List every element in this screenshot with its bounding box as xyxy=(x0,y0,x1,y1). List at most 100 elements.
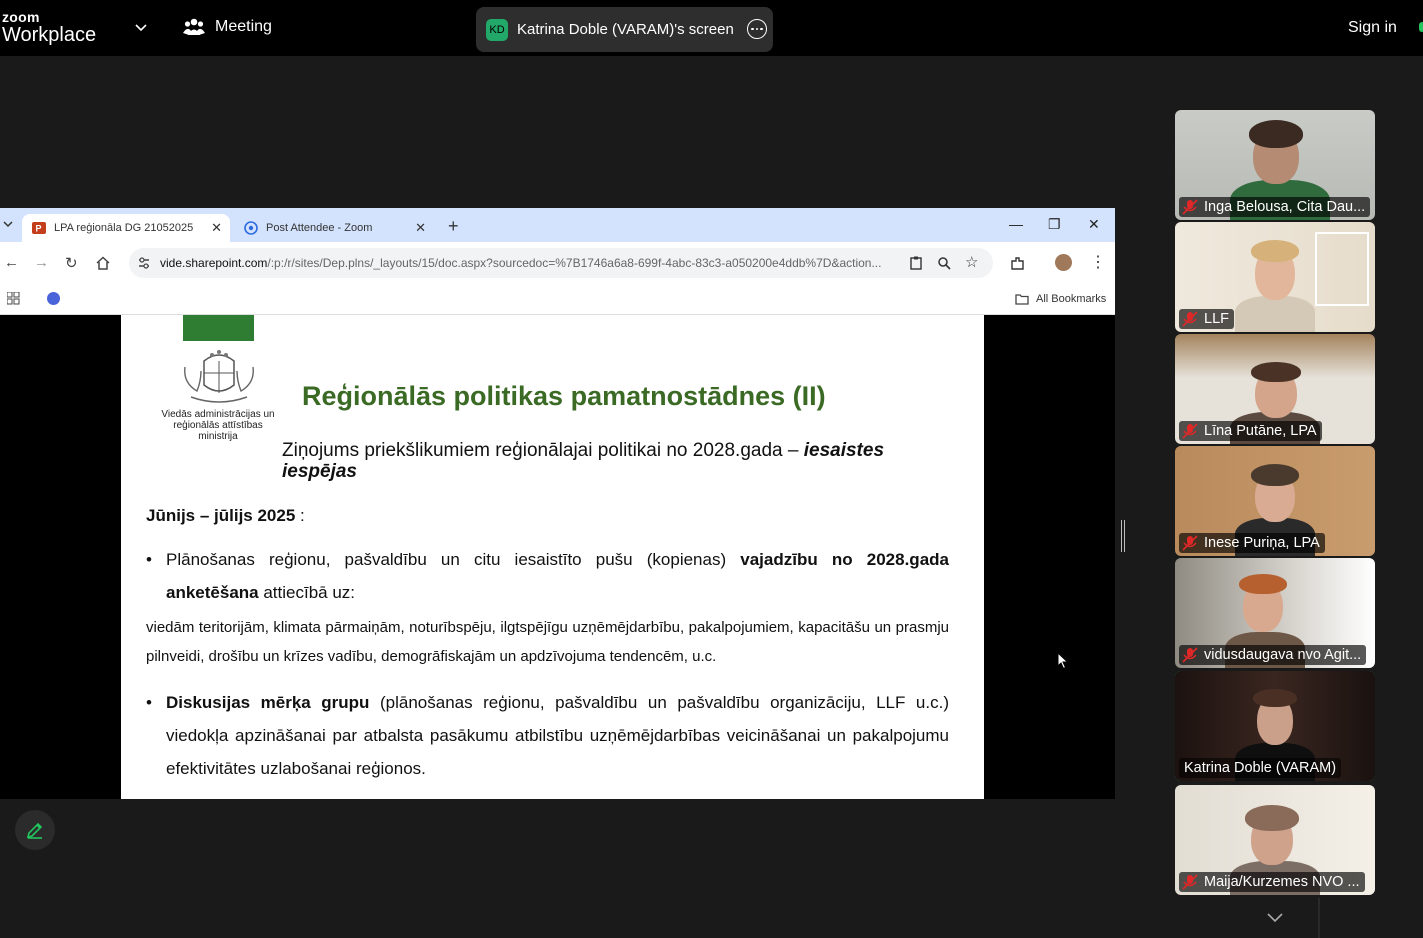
slide-subtitle: Ziņojums priekšlikumiem reģionālajai pol… xyxy=(282,440,962,482)
participant-tile[interactable]: Inga Belousa, Cita Dau... xyxy=(1175,110,1375,220)
muted-mic-icon xyxy=(1182,874,1198,890)
participant-name-bar: Maija/Kurzemes NVO ... xyxy=(1179,872,1365,892)
browser-tab-strip: P LPA reģionāla DG 21052025 ✕ Post Atten… xyxy=(0,208,1115,242)
clipboard-icon[interactable] xyxy=(909,256,923,270)
tab-label: LPA reģionāla DG 21052025 xyxy=(54,222,194,234)
participant-name-bar: LLF xyxy=(1179,309,1234,329)
bullet-bold: Diskusijas mērķa grupu xyxy=(166,693,370,712)
site-settings-icon[interactable] xyxy=(137,256,151,270)
ministry-name: Viedās administrācijas un reģionālās att… xyxy=(161,409,275,442)
url-text: vide.sharepoint.com/:p:/r/sites/Dep.plns… xyxy=(160,256,900,270)
folder-icon xyxy=(1015,294,1029,305)
extensions-icon[interactable] xyxy=(1010,256,1025,271)
flag-banner xyxy=(183,315,254,341)
topics-paragraph: viedām teritorijām, klimata pārmaiņām, n… xyxy=(146,619,949,665)
shared-screen: P LPA reģionāla DG 21052025 ✕ Post Atten… xyxy=(0,208,1115,799)
close-window-icon[interactable]: ✕ xyxy=(1088,216,1100,233)
pencil-icon xyxy=(26,822,43,839)
muted-mic-icon xyxy=(1182,311,1198,327)
participant-name-bar: Līna Putāne, LPA xyxy=(1179,421,1322,441)
participant-tile[interactable]: vidusdaugava nvo Agit... xyxy=(1175,558,1375,668)
restore-icon[interactable]: ❐ xyxy=(1048,216,1061,233)
subtitle-text: Ziņojums priekšlikumiem reģionālajai pol… xyxy=(282,440,804,461)
participant-name-bar: Inese Puriņa, LPA xyxy=(1179,533,1325,553)
address-bar[interactable]: vide.sharepoint.com/:p:/r/sites/Dep.plns… xyxy=(129,248,993,278)
all-bookmarks-link[interactable]: All Bookmarks xyxy=(1036,293,1106,305)
panel-resize-handle[interactable] xyxy=(1121,520,1125,552)
participant-tile[interactable]: Inese Puriņa, LPA xyxy=(1175,446,1375,556)
reload-icon[interactable]: ↻ xyxy=(65,254,78,272)
participant-name: Inga Belousa, Cita Dau... xyxy=(1204,199,1366,215)
participant-name: Katrina Doble (VARAM) xyxy=(1184,760,1337,776)
participant-tile[interactable]: LLF xyxy=(1175,222,1375,332)
bullet-item: • Diskusijas mērķa grupu (plānošanas reģ… xyxy=(146,686,949,785)
browser-tab-active[interactable]: P LPA reģionāla DG 21052025 ✕ xyxy=(22,214,230,242)
muted-mic-icon xyxy=(1182,535,1198,551)
bookmarks-bar: All Bookmarks xyxy=(0,284,1115,315)
zoom-magnifier-icon[interactable] xyxy=(937,256,951,270)
presentation-slide: Viedās administrācijas un reģionālās att… xyxy=(121,315,984,799)
participant-name: Maija/Kurzemes NVO ... xyxy=(1204,874,1360,890)
participant-name-bar: Inga Belousa, Cita Dau... xyxy=(1179,197,1371,217)
tab-label: Post Attendee - Zoom xyxy=(266,222,373,234)
participant-name: vidusdaugava nvo Agit... xyxy=(1204,647,1362,663)
participant-name: Līna Putāne, LPA xyxy=(1204,423,1317,439)
svg-text:P: P xyxy=(36,224,42,234)
participant-name-bar: Katrina Doble (VARAM) xyxy=(1179,758,1342,778)
minimize-icon[interactable]: — xyxy=(1009,216,1023,232)
tab-search-icon[interactable] xyxy=(2,218,14,230)
participant-tile[interactable]: Maija/Kurzemes NVO ... xyxy=(1175,785,1375,895)
chevron-down-icon[interactable] xyxy=(134,20,148,34)
zoom-top-bar: zoom Workplace Meeting KD Katrina Doble … xyxy=(0,0,1423,56)
zoom-workplace-logo: zoom Workplace xyxy=(2,10,96,45)
url-path: /:p:/r/sites/Dep.plns/_layouts/15/doc.as… xyxy=(267,256,882,270)
home-icon[interactable] xyxy=(96,256,110,270)
logo-zoom-text: zoom xyxy=(2,9,40,25)
share-title: Katrina Doble (VARAM)'s screen xyxy=(517,21,734,38)
close-tab-icon[interactable]: ✕ xyxy=(211,220,222,236)
participant-name-bar: vidusdaugava nvo Agit... xyxy=(1179,645,1367,665)
forward-icon[interactable]: → xyxy=(34,254,49,271)
sign-in-link[interactable]: Sign in xyxy=(1348,19,1397,37)
latvia-coat-of-arms-icon xyxy=(184,350,254,403)
browser-toolbar: ← → ↻ vide.sharepoint.com/:p:/r/sites/De… xyxy=(0,242,1115,284)
zoom-icon xyxy=(244,221,258,235)
kebab-menu-icon[interactable]: ⋮ xyxy=(1090,252,1106,272)
presenter-avatar: KD xyxy=(486,18,508,41)
muted-mic-icon xyxy=(1182,647,1198,663)
meeting-label: Meeting xyxy=(215,18,272,35)
more-options-icon[interactable] xyxy=(747,19,767,39)
bullet-text: Plānošanas reģionu, pašvaldību un citu i… xyxy=(166,550,741,569)
annotate-button[interactable] xyxy=(15,810,55,850)
muted-mic-icon xyxy=(1182,423,1198,439)
screen-share-indicator[interactable]: KD Katrina Doble (VARAM)'s screen xyxy=(476,7,773,52)
logo-workplace-text: Workplace xyxy=(2,24,97,46)
new-tab-icon[interactable]: + xyxy=(448,216,459,237)
bullet-dot: • xyxy=(146,550,152,569)
participant-tile-active-speaker[interactable]: Katrina Doble (VARAM) xyxy=(1175,671,1375,781)
back-icon[interactable]: ← xyxy=(4,254,19,271)
participant-tile[interactable]: Līna Putāne, LPA xyxy=(1175,334,1375,444)
meeting-menu-button[interactable]: Meeting xyxy=(183,17,272,37)
participant-name: Inese Puriņa, LPA xyxy=(1204,535,1320,551)
bookmark-star-icon[interactable]: ☆ xyxy=(965,253,978,271)
apps-grid-icon[interactable] xyxy=(7,292,20,305)
powerpoint-icon: P xyxy=(32,222,46,234)
period-line: Jūnijs – jūlijs 2025 : xyxy=(146,506,305,526)
bullet-text: attiecībā uz: xyxy=(258,583,356,602)
status-indicator xyxy=(1419,22,1423,32)
slide-title: Reģionālās politikas pamatnostādnes (II) xyxy=(302,381,826,411)
period-rest: : xyxy=(295,506,305,525)
muted-mic-icon xyxy=(1182,199,1198,215)
participant-name: LLF xyxy=(1204,311,1229,327)
bookmark-favicon-icon[interactable] xyxy=(47,292,60,305)
close-tab-icon[interactable]: ✕ xyxy=(415,220,426,236)
bullet-dot: • xyxy=(146,693,152,712)
gallery-scroll-down-icon[interactable] xyxy=(1266,910,1284,924)
mouse-cursor-icon xyxy=(1057,652,1069,670)
browser-tab[interactable]: Post Attendee - Zoom ✕ xyxy=(234,214,434,242)
profile-avatar[interactable] xyxy=(1055,254,1072,271)
gallery-scrollbar[interactable] xyxy=(1318,898,1320,938)
url-host: vide.sharepoint.com xyxy=(160,256,268,270)
people-icon xyxy=(183,18,205,35)
